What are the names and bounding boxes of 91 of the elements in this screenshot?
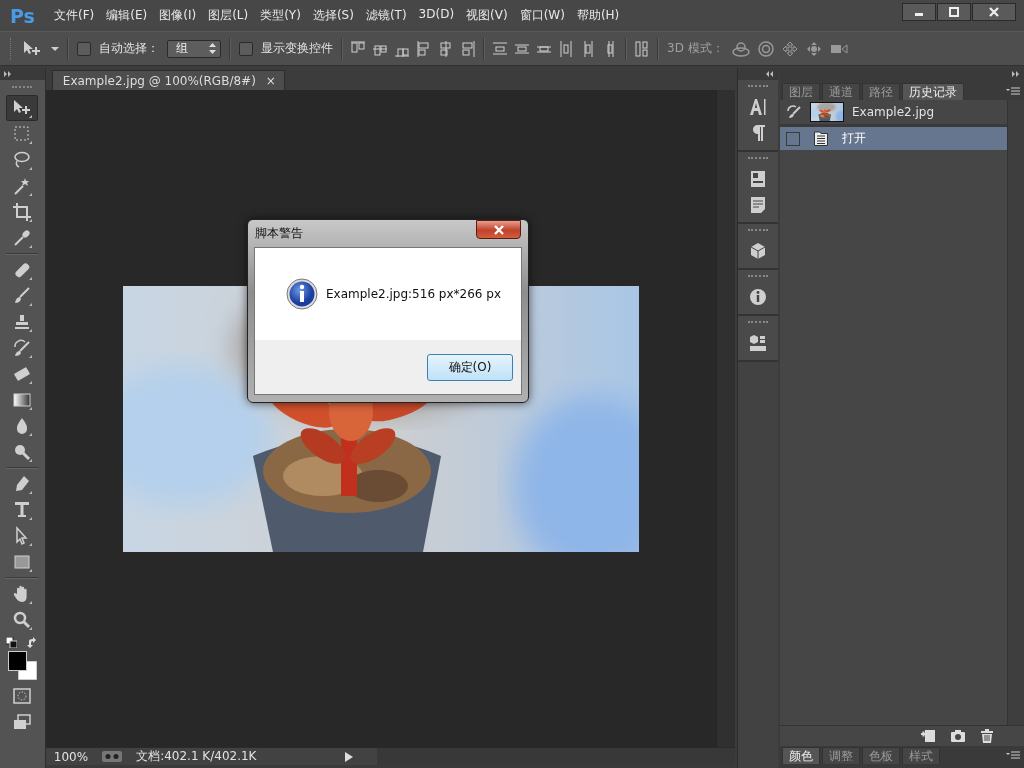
screen-mode-icon[interactable] xyxy=(13,714,32,730)
panel-tab[interactable]: 调整 xyxy=(821,747,860,764)
panel-tab[interactable]: 通道 xyxy=(821,83,860,100)
menu-item[interactable]: 类型(Y) xyxy=(254,7,307,24)
menu-item[interactable]: 文件(F) xyxy=(48,7,101,24)
menu-item[interactable]: 视图(V) xyxy=(460,7,514,24)
expand-icon[interactable] xyxy=(4,71,12,77)
cube-icon[interactable] xyxy=(749,242,768,260)
zoom-icon xyxy=(11,609,34,631)
align-icon[interactable] xyxy=(461,40,475,57)
new-document-icon[interactable] xyxy=(920,729,936,743)
swap-colors-icon[interactable] xyxy=(27,637,39,648)
history-item[interactable]: 打开 xyxy=(779,127,1007,150)
panel-tab[interactable]: 颜色 xyxy=(781,747,820,764)
panel-tab[interactable]: 图层 xyxy=(781,83,820,100)
mode-label: 3D 模式： xyxy=(667,40,724,57)
slide-icon[interactable] xyxy=(805,40,822,57)
foreground-color-swatch[interactable] xyxy=(8,651,28,671)
info-icon[interactable] xyxy=(749,288,768,306)
document-info: 文档:402.1 K/402.1K xyxy=(136,748,257,765)
default-colors-icon[interactable] xyxy=(6,637,18,648)
ok-button[interactable]: 确定(O) xyxy=(427,353,513,381)
background-color-swatch[interactable] xyxy=(18,661,38,680)
properties-icon[interactable] xyxy=(749,334,768,352)
scrollbar[interactable] xyxy=(376,748,736,765)
history-brush-icon xyxy=(11,337,34,359)
close-button[interactable] xyxy=(476,220,521,239)
panel-tab[interactable]: 路径 xyxy=(861,83,900,100)
move-icon xyxy=(11,97,34,119)
layout-icon[interactable] xyxy=(749,170,768,188)
pan-icon[interactable] xyxy=(781,40,798,57)
panel-menu-icon[interactable] xyxy=(1006,86,1020,96)
hand-icon xyxy=(11,583,34,605)
tool-button[interactable] xyxy=(6,95,39,121)
expand-icon[interactable] xyxy=(1012,71,1020,77)
panel-tab[interactable]: 样式 xyxy=(901,747,940,764)
checkbox-label: 自动选择： xyxy=(99,40,159,57)
history-brush-icon[interactable] xyxy=(785,104,802,120)
minimize-button[interactable] xyxy=(902,2,936,21)
auto-align-icon[interactable] xyxy=(635,40,649,57)
panel-menu-icon[interactable] xyxy=(1006,750,1020,760)
distribute-icon[interactable] xyxy=(559,40,573,57)
panel-tab[interactable]: 色板 xyxy=(861,747,900,764)
menu-item[interactable]: 窗口(W) xyxy=(513,7,571,24)
checkbox[interactable] xyxy=(77,41,91,56)
collapse-icon[interactable] xyxy=(765,71,774,77)
document-tab[interactable]: Example2.jpg @ 100%(RGB/8#) × xyxy=(51,70,285,90)
roll-icon[interactable] xyxy=(757,40,774,57)
document-icon xyxy=(813,131,828,146)
menu-item[interactable]: 图像(I) xyxy=(153,7,203,24)
align-icon[interactable] xyxy=(417,40,431,57)
marquee-icon xyxy=(11,123,34,145)
progress-icon[interactable] xyxy=(102,751,123,762)
menu-item[interactable]: 选择(S) xyxy=(306,7,360,24)
close-icon xyxy=(989,6,999,17)
menu-item[interactable]: 滤镜(T) xyxy=(359,7,413,24)
distribute-icon[interactable] xyxy=(581,40,595,57)
snapshot-name[interactable]: Example2.jpg xyxy=(851,105,935,119)
dropdown[interactable]: 组 xyxy=(167,39,221,58)
panel-tab[interactable]: 历史记录 xyxy=(901,83,964,100)
quick-mask-icon[interactable] xyxy=(13,688,32,704)
maximize-button[interactable] xyxy=(937,2,971,21)
maximize-icon xyxy=(949,6,959,17)
info-icon xyxy=(286,278,318,310)
rotate-3d-icon[interactable] xyxy=(731,40,750,57)
trash-icon[interactable] xyxy=(980,729,994,743)
checkbox-label: 显示变换控件 xyxy=(261,40,333,57)
spinner-arrows-icon xyxy=(209,43,216,54)
menu-item[interactable]: 帮助(H) xyxy=(570,7,626,24)
caret-icon[interactable] xyxy=(51,45,59,52)
minimize-icon xyxy=(915,13,923,16)
align-icon[interactable] xyxy=(439,40,453,57)
close-button[interactable] xyxy=(972,2,1016,21)
menu-item[interactable]: 图层(L) xyxy=(202,7,255,24)
crop-icon xyxy=(11,201,34,223)
character-icon[interactable] xyxy=(749,98,768,116)
app-logo: Ps xyxy=(10,4,36,27)
camera-icon[interactable] xyxy=(950,729,966,743)
scrollbar[interactable] xyxy=(1007,100,1024,725)
zoom-level: 100% xyxy=(53,749,89,764)
play-icon[interactable] xyxy=(344,751,353,762)
checkbox[interactable] xyxy=(239,41,253,56)
note-icon[interactable] xyxy=(749,196,768,214)
close-icon xyxy=(492,224,505,235)
menu-item[interactable]: 3D(D) xyxy=(412,7,461,24)
lasso-icon xyxy=(11,149,34,171)
dialog-message: Example2.jpg:516 px*266 px xyxy=(326,287,501,301)
dialog-title: 脚本警告 xyxy=(255,225,303,242)
distribute-icon[interactable] xyxy=(493,40,507,57)
menu-item[interactable]: 编辑(E) xyxy=(100,7,154,24)
tab-close[interactable]: × xyxy=(265,73,276,88)
